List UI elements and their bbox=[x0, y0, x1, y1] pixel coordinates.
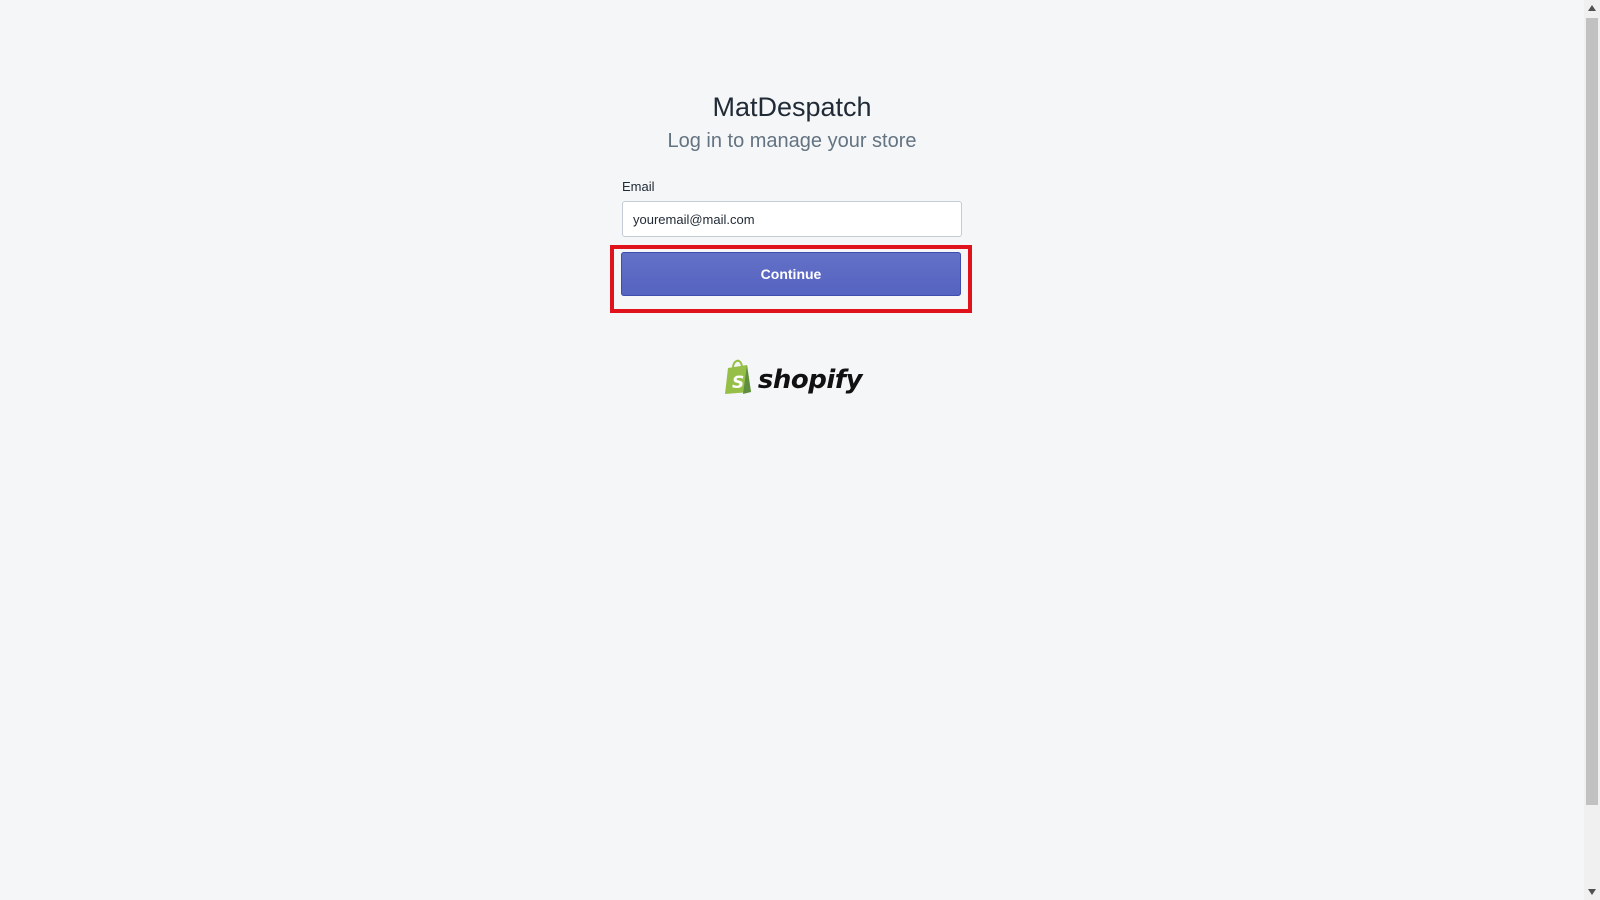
scrollbar-thumb[interactable] bbox=[1586, 18, 1598, 805]
scroll-up-arrow-icon[interactable] bbox=[1584, 0, 1600, 16]
browser-viewport: MatDespatch Log in to manage your store … bbox=[0, 0, 1584, 900]
email-input[interactable] bbox=[622, 201, 962, 237]
continue-highlight-box: Continue bbox=[610, 245, 972, 313]
shopify-logo: S shopify bbox=[622, 359, 962, 400]
email-field-group: Email bbox=[622, 178, 962, 237]
shopify-bag-icon: S bbox=[722, 359, 754, 400]
continue-button[interactable]: Continue bbox=[621, 252, 961, 296]
svg-text:S: S bbox=[732, 373, 744, 393]
store-title: MatDespatch bbox=[712, 92, 872, 122]
shopify-wordmark: shopify bbox=[757, 364, 863, 395]
page: MatDespatch Log in to manage your store … bbox=[0, 0, 1600, 900]
vertical-scrollbar[interactable] bbox=[1584, 0, 1600, 900]
login-subtitle: Log in to manage your store bbox=[667, 130, 917, 152]
scroll-down-arrow-icon[interactable] bbox=[1584, 884, 1600, 900]
login-panel: MatDespatch Log in to manage your store … bbox=[610, 88, 972, 400]
email-label: Email bbox=[622, 179, 655, 194]
